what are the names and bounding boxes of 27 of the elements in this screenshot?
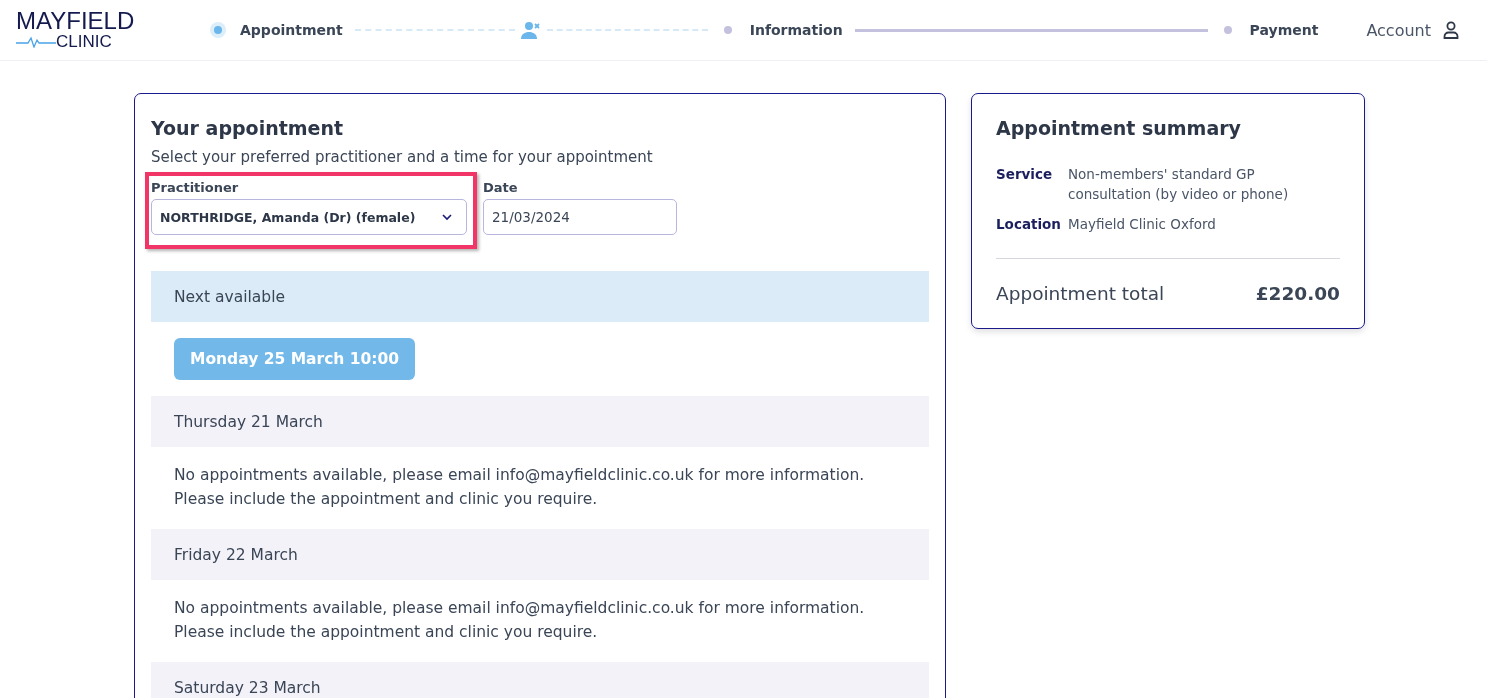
summary-label: Location bbox=[996, 215, 1062, 234]
chevron-down-icon bbox=[442, 213, 452, 221]
user-icon[interactable] bbox=[1443, 21, 1459, 39]
total-label: Appointment total bbox=[996, 283, 1165, 304]
account-link[interactable]: Account bbox=[1366, 20, 1431, 40]
step-label: Appointment bbox=[240, 22, 343, 38]
card-subtitle: Select your preferred practitioner and a time for your appointment bbox=[151, 148, 654, 166]
clinic-logo[interactable]: MAYFIELD CLINIC bbox=[16, 9, 210, 51]
step-label: Information bbox=[749, 22, 843, 38]
field-label: Practitioner bbox=[151, 180, 240, 195]
practitioner-select[interactable]: NORTHRIDGE, Amanda (Dr) (female) bbox=[151, 199, 467, 235]
total-amount: £220.00 bbox=[1255, 283, 1340, 304]
person-remove-icon bbox=[521, 21, 542, 39]
summary-label: Service bbox=[996, 165, 1054, 184]
card-title: Your appointment bbox=[151, 116, 345, 141]
day-header: Thursday 21 March bbox=[151, 396, 929, 447]
step-label: Payment bbox=[1249, 22, 1319, 38]
field-label: Date bbox=[483, 180, 519, 195]
no-appointments-message: No appointments available, please email info@mayfieldclinic.co.uk for more information. Please include the appointment and clinic you require. bbox=[173, 598, 866, 643]
day-header: Next available bbox=[151, 271, 929, 322]
no-appointments-message: No appointments available, please email info@mayfieldclinic.co.uk for more information. Please include the appointment and clinic you require. bbox=[173, 465, 866, 510]
summary-value: Mayfield Clinic Oxford bbox=[1068, 215, 1216, 234]
date-field[interactable]: 21/03/2024 bbox=[483, 199, 677, 235]
card-title: Appointment summary bbox=[996, 116, 1242, 141]
day-header: Friday 22 March bbox=[151, 529, 929, 580]
day-header: Saturday 23 March bbox=[151, 662, 929, 698]
summary-value: Non-members' standard GP consultation (by video or phone) bbox=[1068, 165, 1290, 204]
